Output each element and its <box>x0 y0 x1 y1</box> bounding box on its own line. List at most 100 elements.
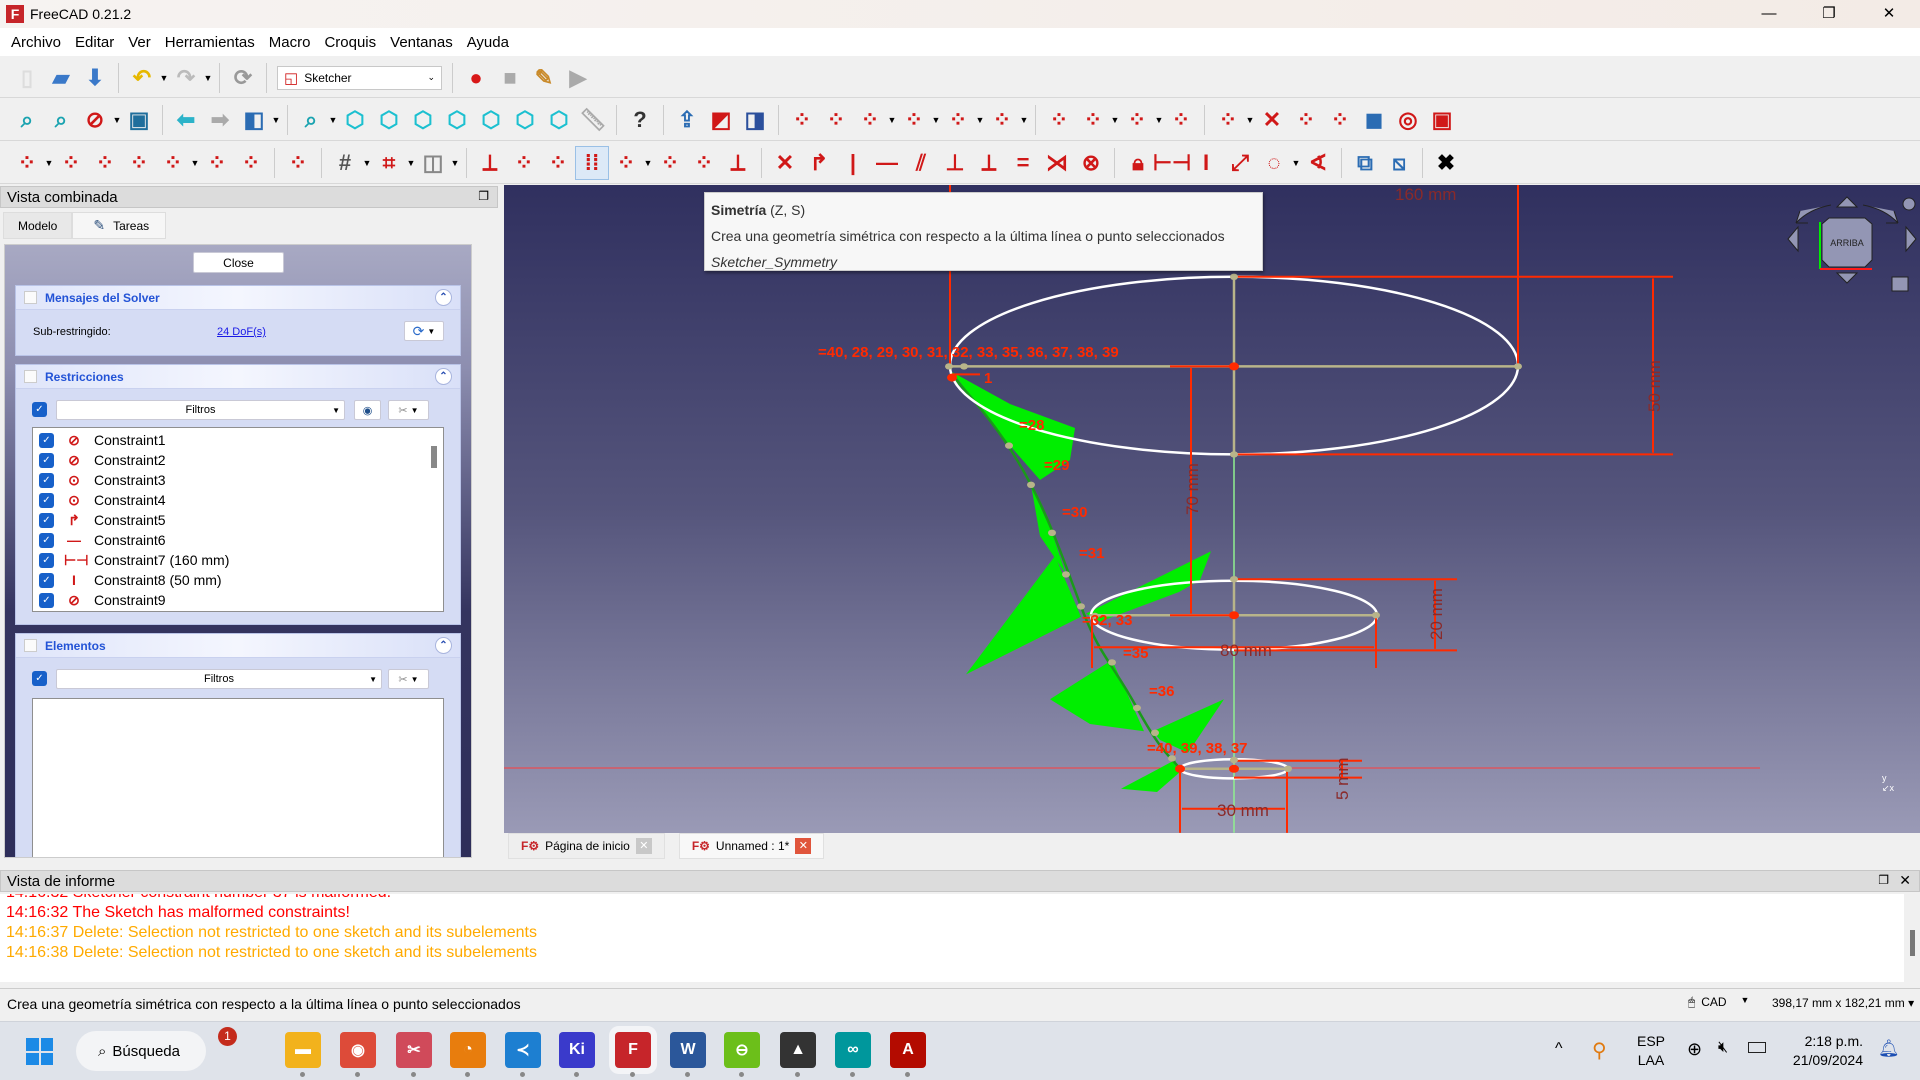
right-view-icon[interactable]: ⬡ <box>440 103 474 137</box>
windows-start-icon[interactable] <box>26 1038 53 1065</box>
render-order-icon[interactable]: ◫ <box>416 146 450 180</box>
app-green-icon[interactable]: ⊖ <box>724 1032 760 1077</box>
view-section-icon[interactable]: ◩ <box>704 103 738 137</box>
menu-archivo[interactable]: Archivo <box>4 34 68 51</box>
horizontal-distance-icon[interactable]: ⊢⊣ <box>1153 146 1191 180</box>
open-icon[interactable]: ▰ <box>44 61 78 95</box>
polygon-icon[interactable]: ⁘ <box>1120 103 1154 137</box>
constraint-checkbox[interactable]: ✓ <box>39 492 54 508</box>
dim-160mm[interactable]: 160 mm <box>1395 185 1456 204</box>
navigation-cube[interactable]: ARRIBA <box>1774 193 1920 333</box>
snipping-tool-icon[interactable]: ✂ <box>396 1032 432 1077</box>
dim-50mm[interactable]: 50 mm <box>1645 360 1664 412</box>
kicad-icon[interactable]: Ki <box>559 1032 595 1077</box>
dropdown-arrow-icon[interactable]: ▼ <box>975 115 985 125</box>
constraint-list-item[interactable]: ✓ ⊢⊣ Constraint7 (160 mm) <box>33 550 443 570</box>
select-all-constraints-checkbox[interactable]: ✓ <box>32 402 47 417</box>
notifications-bell-icon[interactable]: 🔔︎ <box>1878 1039 1900 1059</box>
symmetry-icon[interactable]: ⁞⁞ <box>575 145 609 180</box>
menu-ventanas[interactable]: Ventanas <box>383 34 460 51</box>
tray-app-icon[interactable]: ⚲ <box>1592 1038 1607 1063</box>
distance-icon[interactable]: ⤢ <box>1223 146 1257 180</box>
constraint-list-item[interactable]: ✓ — Constraint6 <box>33 530 443 550</box>
rotate-up-arrow[interactable] <box>1835 196 1859 208</box>
dropdown-arrow-icon[interactable]: ▼ <box>1019 115 1029 125</box>
lock-constraint-icon[interactable]: 🔒︎ <box>1121 146 1155 180</box>
refresh-solver-button[interactable]: ⟳ ▼ <box>404 321 444 341</box>
dropdown-arrow-icon[interactable]: ▼ <box>362 158 372 168</box>
circle-icon[interactable]: ⁘ <box>897 103 931 137</box>
rectangular-array-icon[interactable]: ⁘ <box>653 146 687 180</box>
3d-viewport[interactable]: 160 mm 50 mm 70 mm 20 mm 80 mm 30 mm 5 m… <box>504 185 1920 833</box>
dropdown-arrow-icon[interactable]: ▼ <box>887 115 897 125</box>
new-document-icon[interactable]: ▯ <box>10 61 44 95</box>
language-indicator[interactable]: ESP LAA <box>1637 1032 1665 1070</box>
close-tab-icon[interactable]: ✕ <box>635 838 652 854</box>
tab-tareas[interactable]: ✎ Tareas <box>72 212 167 239</box>
measure-icon[interactable]: 📏︎ <box>576 103 610 137</box>
blender-icon[interactable]: ◔ <box>450 1032 486 1077</box>
show-hidden-icons[interactable]: ^ <box>1555 1040 1563 1058</box>
equal-label[interactable]: =30 <box>1062 504 1087 521</box>
constraint-checkbox[interactable]: ✓ <box>39 452 54 468</box>
dropdown-arrow-icon[interactable]: ▼ <box>1154 115 1164 125</box>
perpendicular-constraint-icon[interactable]: ⊥ <box>938 146 972 180</box>
dropdown-arrow-icon[interactable]: ▼ <box>159 73 169 83</box>
dropdown-arrow-icon[interactable]: ▼ <box>643 158 653 168</box>
point-icon[interactable]: ⁘ <box>785 103 819 137</box>
extend-icon[interactable]: ⁘ <box>1289 103 1323 137</box>
sketch-canvas[interactable]: 160 mm 50 mm 70 mm 20 mm 80 mm 30 mm 5 m… <box>504 185 1920 833</box>
decrease-degree-icon[interactable]: ⁘ <box>122 146 156 180</box>
fillet-icon[interactable]: ⁘ <box>1211 103 1245 137</box>
network-icon[interactable]: ⊕ <box>1687 1039 1702 1060</box>
bottom-view-icon[interactable]: ⬡ <box>508 103 542 137</box>
symmetric-constraint-icon[interactable]: ⋊ <box>1040 146 1074 180</box>
dim-30mm[interactable]: 30 mm <box>1217 801 1269 820</box>
close-sketch-icon[interactable]: ✖ <box>1429 146 1463 180</box>
rear-view-icon[interactable]: ⬡ <box>474 103 508 137</box>
elements-filter-dropdown[interactable]: Filtros ▼ <box>56 669 382 689</box>
report-scrollbar[interactable] <box>1906 894 1920 982</box>
dropdown-arrow-icon[interactable]: ▼ <box>271 115 281 125</box>
dimension-readout[interactable]: 398,17 mm x 182,21 mm ▾ <box>1772 996 1914 1010</box>
line-icon[interactable]: ⁘ <box>819 103 853 137</box>
delete-all-constraints-icon[interactable]: ⟂ <box>721 146 755 180</box>
menu-macro[interactable]: Macro <box>262 34 318 51</box>
constraint-list-item[interactable]: ✓ ⊘ Constraint9 <box>33 590 443 610</box>
rotate-down-arrow[interactable] <box>1835 272 1859 284</box>
constraint-list-item[interactable]: ✓⊘Constraint10 <box>33 610 443 611</box>
dropdown-arrow-icon[interactable]: ▼ <box>1110 115 1120 125</box>
redo-icon[interactable]: ↷ <box>169 61 203 95</box>
acrobat-icon[interactable]: A <box>890 1032 926 1077</box>
navigation-style-selector[interactable]: 🖱 CAD ▼ <box>1688 995 1749 1010</box>
constraint-checkbox[interactable]: ✓ <box>39 572 54 588</box>
macro-stop-icon[interactable]: ■ <box>493 61 527 95</box>
macro-edit-icon[interactable]: ✎ <box>527 61 561 95</box>
view-sketch-icon[interactable]: ⇪ <box>670 103 704 137</box>
select-origin-icon[interactable]: ⁘ <box>541 146 575 180</box>
menu-ayuda[interactable]: Ayuda <box>460 34 516 51</box>
fit-all-icon[interactable]: ⌕ <box>10 103 44 137</box>
undock-icon[interactable]: ❐ <box>1878 873 1889 887</box>
dof-link[interactable]: 24 DoF(s) <box>217 326 266 338</box>
constraint-checkbox[interactable]: ✓ <box>39 532 54 548</box>
constraint-number-label[interactable]: 1 <box>984 370 992 387</box>
top-view-icon[interactable]: ⬡ <box>406 103 440 137</box>
settings-tools-button[interactable]: ✂ ▼ <box>388 669 429 689</box>
inkscape-icon[interactable]: ▲ <box>780 1032 816 1077</box>
constraint-checkbox[interactable]: ✓ <box>39 552 54 568</box>
dropdown-arrow-icon[interactable]: ▼ <box>1245 115 1255 125</box>
sketch-section-icon[interactable]: ◨ <box>738 103 772 137</box>
menu-ver[interactable]: Ver <box>121 34 158 51</box>
dim-20mm[interactable]: 20 mm <box>1427 588 1446 640</box>
constraint-list-item[interactable]: ✓ I Constraint8 (50 mm) <box>33 570 443 590</box>
radius-constraint-icon[interactable]: ◌ <box>1257 146 1291 180</box>
workbench-selector[interactable]: ◱ Sketcher ⌄ <box>277 65 442 90</box>
dim-80mm[interactable]: 80 mm <box>1220 641 1272 660</box>
constraint-checkbox[interactable]: ✓ <box>39 432 54 448</box>
insert-knot-icon[interactable]: ⁘ <box>234 146 268 180</box>
show-control-points-icon[interactable]: ⁘ <box>54 146 88 180</box>
draw-style-icon[interactable]: ⊘ <box>78 103 112 137</box>
tab-start-page[interactable]: F⚙ Página de inicio ✕ <box>508 833 665 859</box>
dropdown-arrow-icon[interactable]: ▼ <box>328 115 338 125</box>
